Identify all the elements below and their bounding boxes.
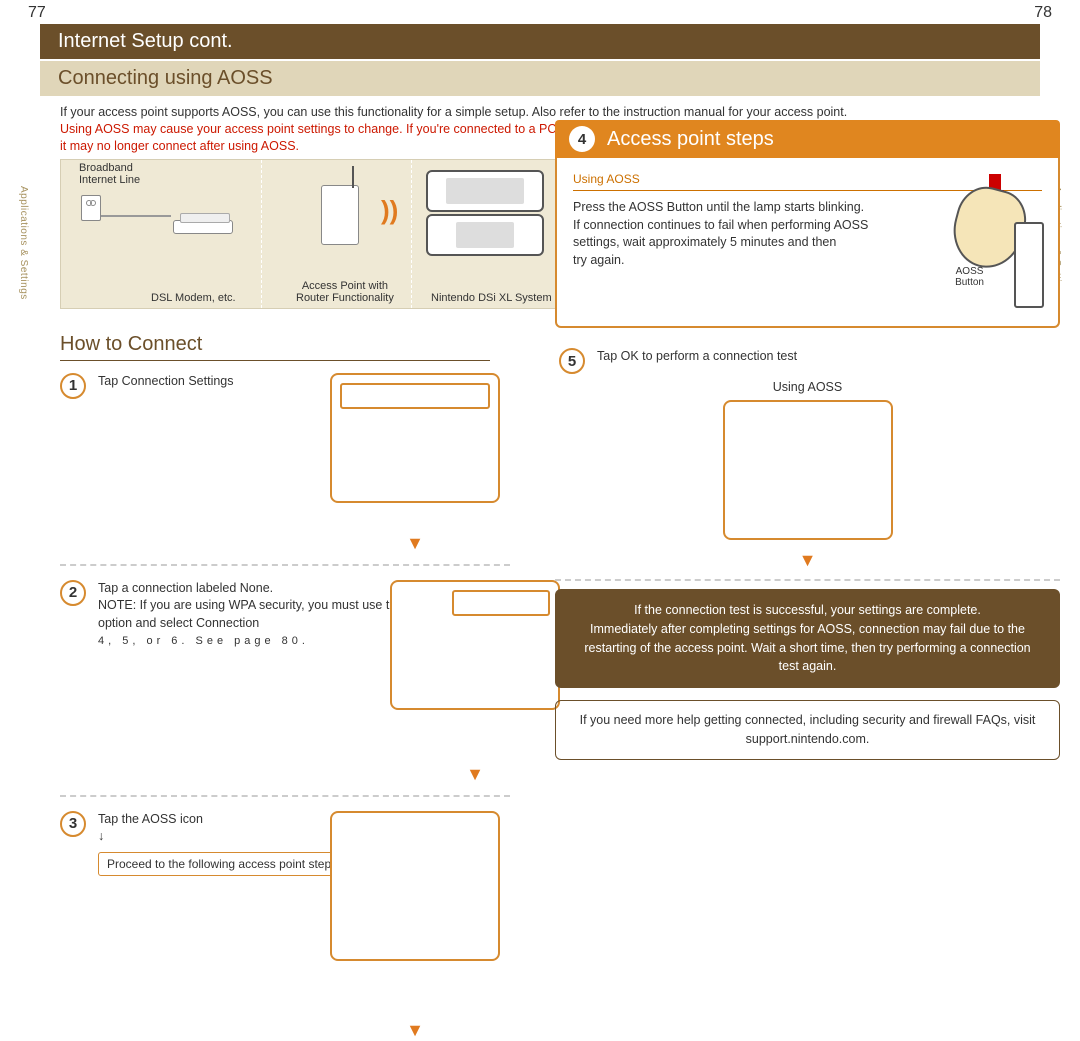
ap-illustration: AOSS Button xyxy=(894,188,1044,308)
access-point-body: Using AOSS Press the AOSS Button until t… xyxy=(555,158,1060,328)
ap-text: Press the AOSS Button until the lamp sta… xyxy=(573,199,873,269)
cable-line xyxy=(101,215,171,217)
page-left: 77 xyxy=(28,4,46,22)
header-bar: Internet Setup cont. xyxy=(40,24,1040,59)
step-text: Tap OK to perform a connection test xyxy=(597,348,797,366)
step-3: 3 Tap the AOSS icon ↓ Proceed to the fol… xyxy=(60,811,510,877)
wifi-icon: )) xyxy=(381,195,398,226)
highlighted-button xyxy=(340,383,490,409)
step-main: Tap a connection labeled None. xyxy=(98,581,273,595)
ap-title: Access point steps xyxy=(607,128,774,151)
screen-mock xyxy=(723,400,893,540)
dashed-divider xyxy=(60,795,510,797)
step-number: 2 xyxy=(60,580,86,606)
intro-warning-2: it may no longer connect after using AOS… xyxy=(60,139,299,153)
divider xyxy=(411,160,412,308)
step-text: Tap the AOSS icon ↓ Proceed to the follo… xyxy=(98,811,349,877)
divider xyxy=(261,160,262,308)
intro-line: If your access point supports AOSS, you … xyxy=(60,105,847,119)
dashed-divider xyxy=(60,564,510,566)
success-box: If the connection test is successful, yo… xyxy=(555,589,1060,688)
wall-outlet-icon xyxy=(81,195,101,221)
step-number: 3 xyxy=(60,811,86,837)
label-ds: Nintendo DSi XL System xyxy=(431,292,552,304)
dashed-divider xyxy=(555,579,1060,581)
step-number: 5 xyxy=(559,348,585,374)
page-numbers: 77 78 xyxy=(0,0,1080,24)
ds-console-icon xyxy=(426,170,546,258)
proceed-note: Proceed to the following access point st… xyxy=(98,852,349,877)
access-point-banner: 4 Access point steps xyxy=(555,120,1060,158)
label-modem: DSL Modem, etc. xyxy=(151,292,236,304)
aoss-button-label: AOSS Button xyxy=(955,266,984,288)
step5-caption: Using AOSS xyxy=(555,380,1060,394)
screen-mock xyxy=(330,373,500,503)
step-2: 2 Tap a connection labeled None. NOTE: I… xyxy=(60,580,510,650)
step-1: 1 Tap Connection Settings xyxy=(60,373,510,399)
label-broadband: Broadband Internet Line xyxy=(79,162,140,186)
arrow-down-icon: ▼ xyxy=(330,533,500,554)
side-tab-left: Applications & Settings xyxy=(18,186,29,300)
step-number: 4 xyxy=(569,126,595,152)
label-router: Access Point with Router Functionality xyxy=(296,280,394,304)
screen-mock xyxy=(390,580,560,710)
help-box: If you need more help getting connected,… xyxy=(555,700,1060,760)
step-text: Tap Connection Settings xyxy=(98,373,234,391)
arrow-down-icon: ▼ xyxy=(555,550,1060,571)
highlighted-button xyxy=(452,590,550,616)
step-5: 5 Tap OK to perform a connection test xyxy=(559,348,1060,374)
router-icon xyxy=(321,185,359,245)
step-number: 1 xyxy=(60,373,86,399)
arrow-down-icon: ▼ xyxy=(390,764,560,785)
arrow: ↓ xyxy=(98,829,104,843)
screen-mock xyxy=(330,811,500,961)
step-main: Tap the AOSS icon xyxy=(98,812,203,826)
router-icon xyxy=(1014,222,1044,308)
right-column: 4 Access point steps Using AOSS Press th… xyxy=(555,120,1060,770)
network-diagram: Broadband Internet Line )) DSL Modem, et… xyxy=(60,159,580,309)
how-to-connect-title: How to Connect xyxy=(60,333,490,361)
sub-header-bar: Connecting using AOSS xyxy=(40,61,1040,96)
modem-icon xyxy=(173,220,233,234)
page-right: 78 xyxy=(1034,4,1052,22)
step-note-2: 4, 5, or 6. See page 80. xyxy=(98,635,309,647)
